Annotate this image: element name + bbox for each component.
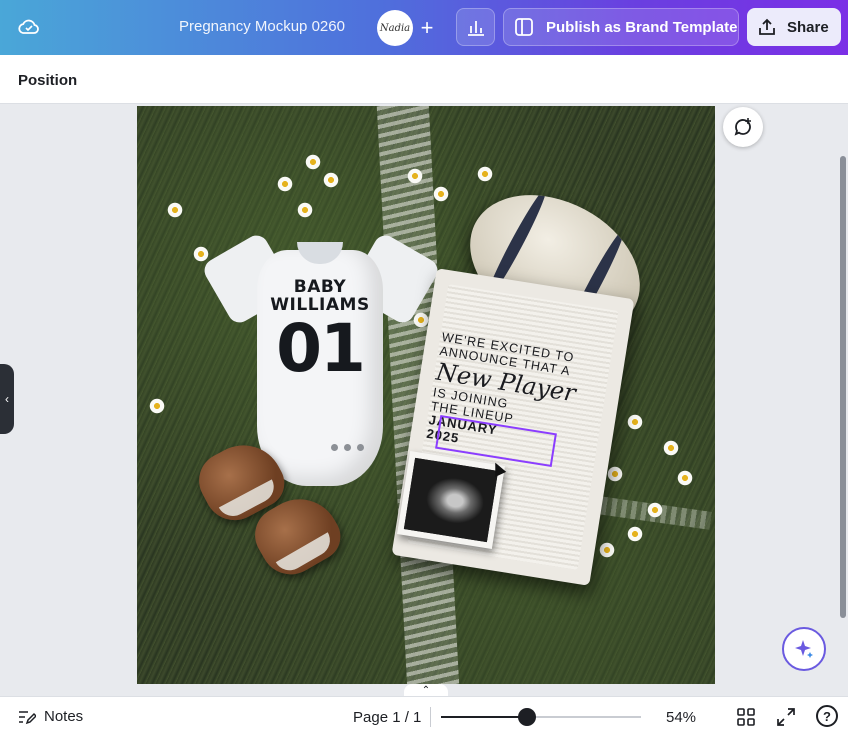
plus-icon: + — [420, 15, 434, 40]
share-upload-icon — [759, 18, 775, 35]
zoom-level[interactable]: 54% — [666, 709, 696, 726]
daisy — [607, 466, 623, 482]
daisy — [677, 470, 693, 486]
zoom-slider-fill — [441, 716, 527, 718]
fullscreen-button[interactable] — [776, 707, 796, 727]
page-indicator[interactable]: Page 1 / 1 — [353, 709, 421, 726]
help-icon: ? — [823, 708, 831, 724]
share-button[interactable]: Share — [747, 8, 841, 46]
magic-assistant-button[interactable] — [782, 627, 826, 671]
notes-pencil-icon — [19, 710, 36, 724]
bar-chart-icon — [467, 21, 484, 36]
add-comment-button[interactable] — [723, 107, 763, 147]
chevron-up-icon: ⌃ — [421, 684, 431, 696]
bottom-bar: Notes Page 1 / 1 54% ? — [0, 696, 848, 736]
context-toolbar: Position — [0, 55, 848, 104]
share-label: Share — [787, 18, 829, 36]
daisy — [663, 440, 679, 456]
daisy — [297, 202, 313, 218]
publish-label: Publish as Brand Template — [546, 18, 738, 36]
notes-label: Notes — [44, 708, 84, 725]
position-button[interactable]: Position — [18, 72, 77, 89]
side-panel-toggle[interactable]: ‹ — [0, 364, 14, 434]
notes-button[interactable]: Notes — [18, 708, 83, 725]
daisy — [477, 166, 493, 182]
document-title[interactable]: Pregnancy Mockup 0260 — [179, 18, 345, 35]
onesie-snaps — [331, 444, 364, 451]
publish-brand-template-button[interactable]: Publish as Brand Template — [503, 8, 739, 46]
design-page[interactable]: BABY WILLIAMS 01 WE'RE EXCITED TO ANNOUN… — [137, 106, 715, 684]
add-collaborator-button[interactable]: + — [412, 13, 442, 43]
zoom-slider-thumb[interactable] — [518, 708, 536, 726]
daisy — [305, 154, 321, 170]
comment-plus-icon — [734, 118, 751, 136]
onesie-line-1[interactable]: BABY — [257, 278, 383, 296]
daisy — [149, 398, 165, 414]
daisy — [277, 176, 293, 192]
collaborator-avatar[interactable]: Nadia — [377, 10, 413, 46]
cloud-sync-icon[interactable] — [16, 15, 42, 39]
top-bar: Pregnancy Mockup 0260 Nadia + Publish as… — [0, 0, 848, 55]
vertical-scrollbar[interactable] — [840, 156, 846, 618]
daisy — [599, 542, 615, 558]
daisy — [323, 172, 339, 188]
template-icon — [515, 18, 533, 36]
daisy — [407, 168, 423, 184]
expand-icon — [777, 708, 795, 726]
avatar-text: Nadia — [379, 22, 411, 34]
onesie-number[interactable]: 01 — [257, 314, 383, 384]
insights-button[interactable] — [456, 8, 495, 46]
daisy — [193, 246, 209, 262]
daisy — [627, 414, 643, 430]
grid-view-button[interactable] — [736, 707, 756, 727]
daisy — [647, 502, 663, 518]
collapse-pages-button[interactable]: ⌃ — [404, 684, 448, 696]
sparkle-icon — [795, 640, 813, 658]
daisy — [433, 186, 449, 202]
help-button[interactable]: ? — [816, 705, 838, 727]
divider — [430, 707, 431, 727]
sonogram-photo — [397, 451, 505, 549]
grid-view-icon — [737, 708, 755, 726]
daisy — [167, 202, 183, 218]
daisy — [627, 526, 643, 542]
chevron-left-icon: ‹ — [5, 392, 9, 406]
